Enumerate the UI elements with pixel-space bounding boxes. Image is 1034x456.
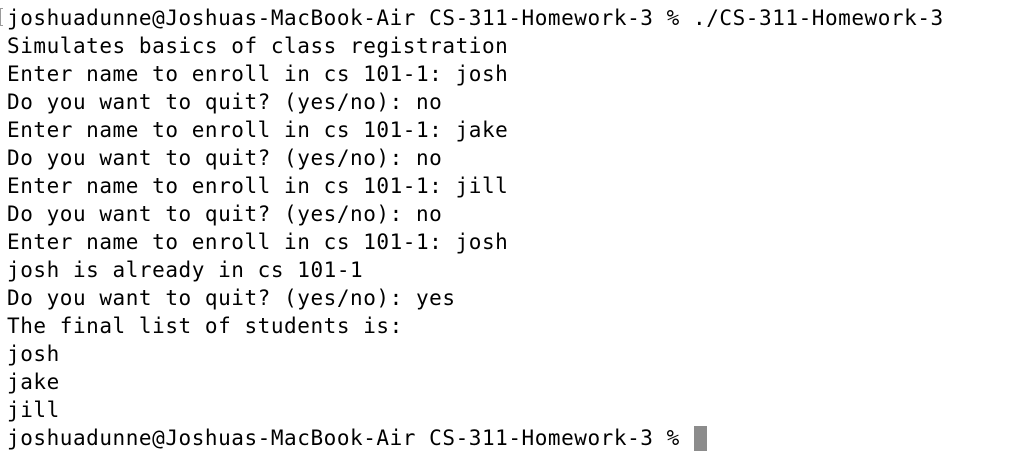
output-line: Simulates basics of class registration (7, 34, 509, 58)
mark-bracket-icon (0, 8, 3, 26)
output-line: Enter name to enroll in cs 101-1: jake (7, 118, 509, 142)
output-line: Enter name to enroll in cs 101-1: josh (7, 230, 509, 254)
student-list-item: jill (7, 398, 60, 422)
terminal-window[interactable]: joshuadunne@Joshuas-MacBook-Air CS-311-H… (0, 0, 1034, 456)
output-line: Enter name to enroll in cs 101-1: jill (7, 174, 509, 198)
student-list-item: josh (7, 342, 60, 366)
student-list-item: jake (7, 370, 60, 394)
output-line: josh is already in cs 101-1 (7, 258, 364, 282)
prompt-line[interactable]: joshuadunne@Joshuas-MacBook-Air CS-311-H… (7, 424, 1034, 452)
output-line: Enter name to enroll in cs 101-1: josh (7, 62, 509, 86)
output-line: The final list of students is: (7, 314, 403, 338)
shell-prompt: joshuadunne@Joshuas-MacBook-Air CS-311-H… (7, 426, 694, 450)
output-line: Do you want to quit? (yes/no): yes (7, 286, 456, 310)
output-line: Do you want to quit? (yes/no): no (7, 146, 443, 170)
output-line: Do you want to quit? (yes/no): no (7, 90, 443, 114)
text-cursor (694, 426, 708, 451)
output-line: Do you want to quit? (yes/no): no (7, 202, 443, 226)
command-line: joshuadunne@Joshuas-MacBook-Air CS-311-H… (7, 6, 944, 30)
